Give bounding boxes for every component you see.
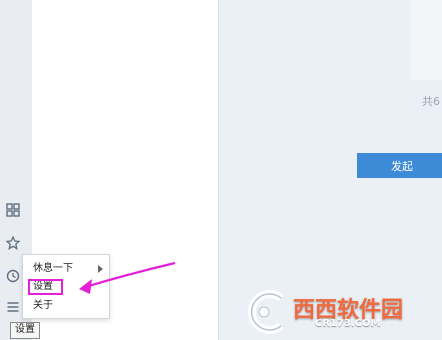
context-menu: 休息一下 设置 关于 [22, 254, 110, 319]
tooltip: 设置 [10, 322, 40, 339]
logo-c-icon [247, 290, 284, 334]
highlight-box [28, 279, 63, 295]
clock-icon[interactable] [5, 268, 21, 284]
star-icon[interactable] [5, 235, 21, 251]
count-text: 共6 [422, 95, 440, 108]
main-content-area: 共6 发起 [219, 0, 442, 340]
image-placeholder [410, 0, 442, 80]
start-button[interactable]: 发起 [357, 153, 442, 178]
grid-icon[interactable] [5, 202, 21, 218]
menu-item-about[interactable]: 关于 [23, 298, 109, 314]
menu-item-label: 休息一下 [33, 263, 73, 274]
menu-item-rest[interactable]: 休息一下 [23, 261, 109, 277]
menu-item-label: 关于 [33, 300, 53, 311]
submenu-arrow-icon [98, 265, 103, 273]
watermark-logo: 西西软件园 CR173.COM [241, 290, 417, 334]
watermark-url: CR173.COM [315, 318, 381, 329]
menu-icon[interactable] [5, 299, 21, 315]
